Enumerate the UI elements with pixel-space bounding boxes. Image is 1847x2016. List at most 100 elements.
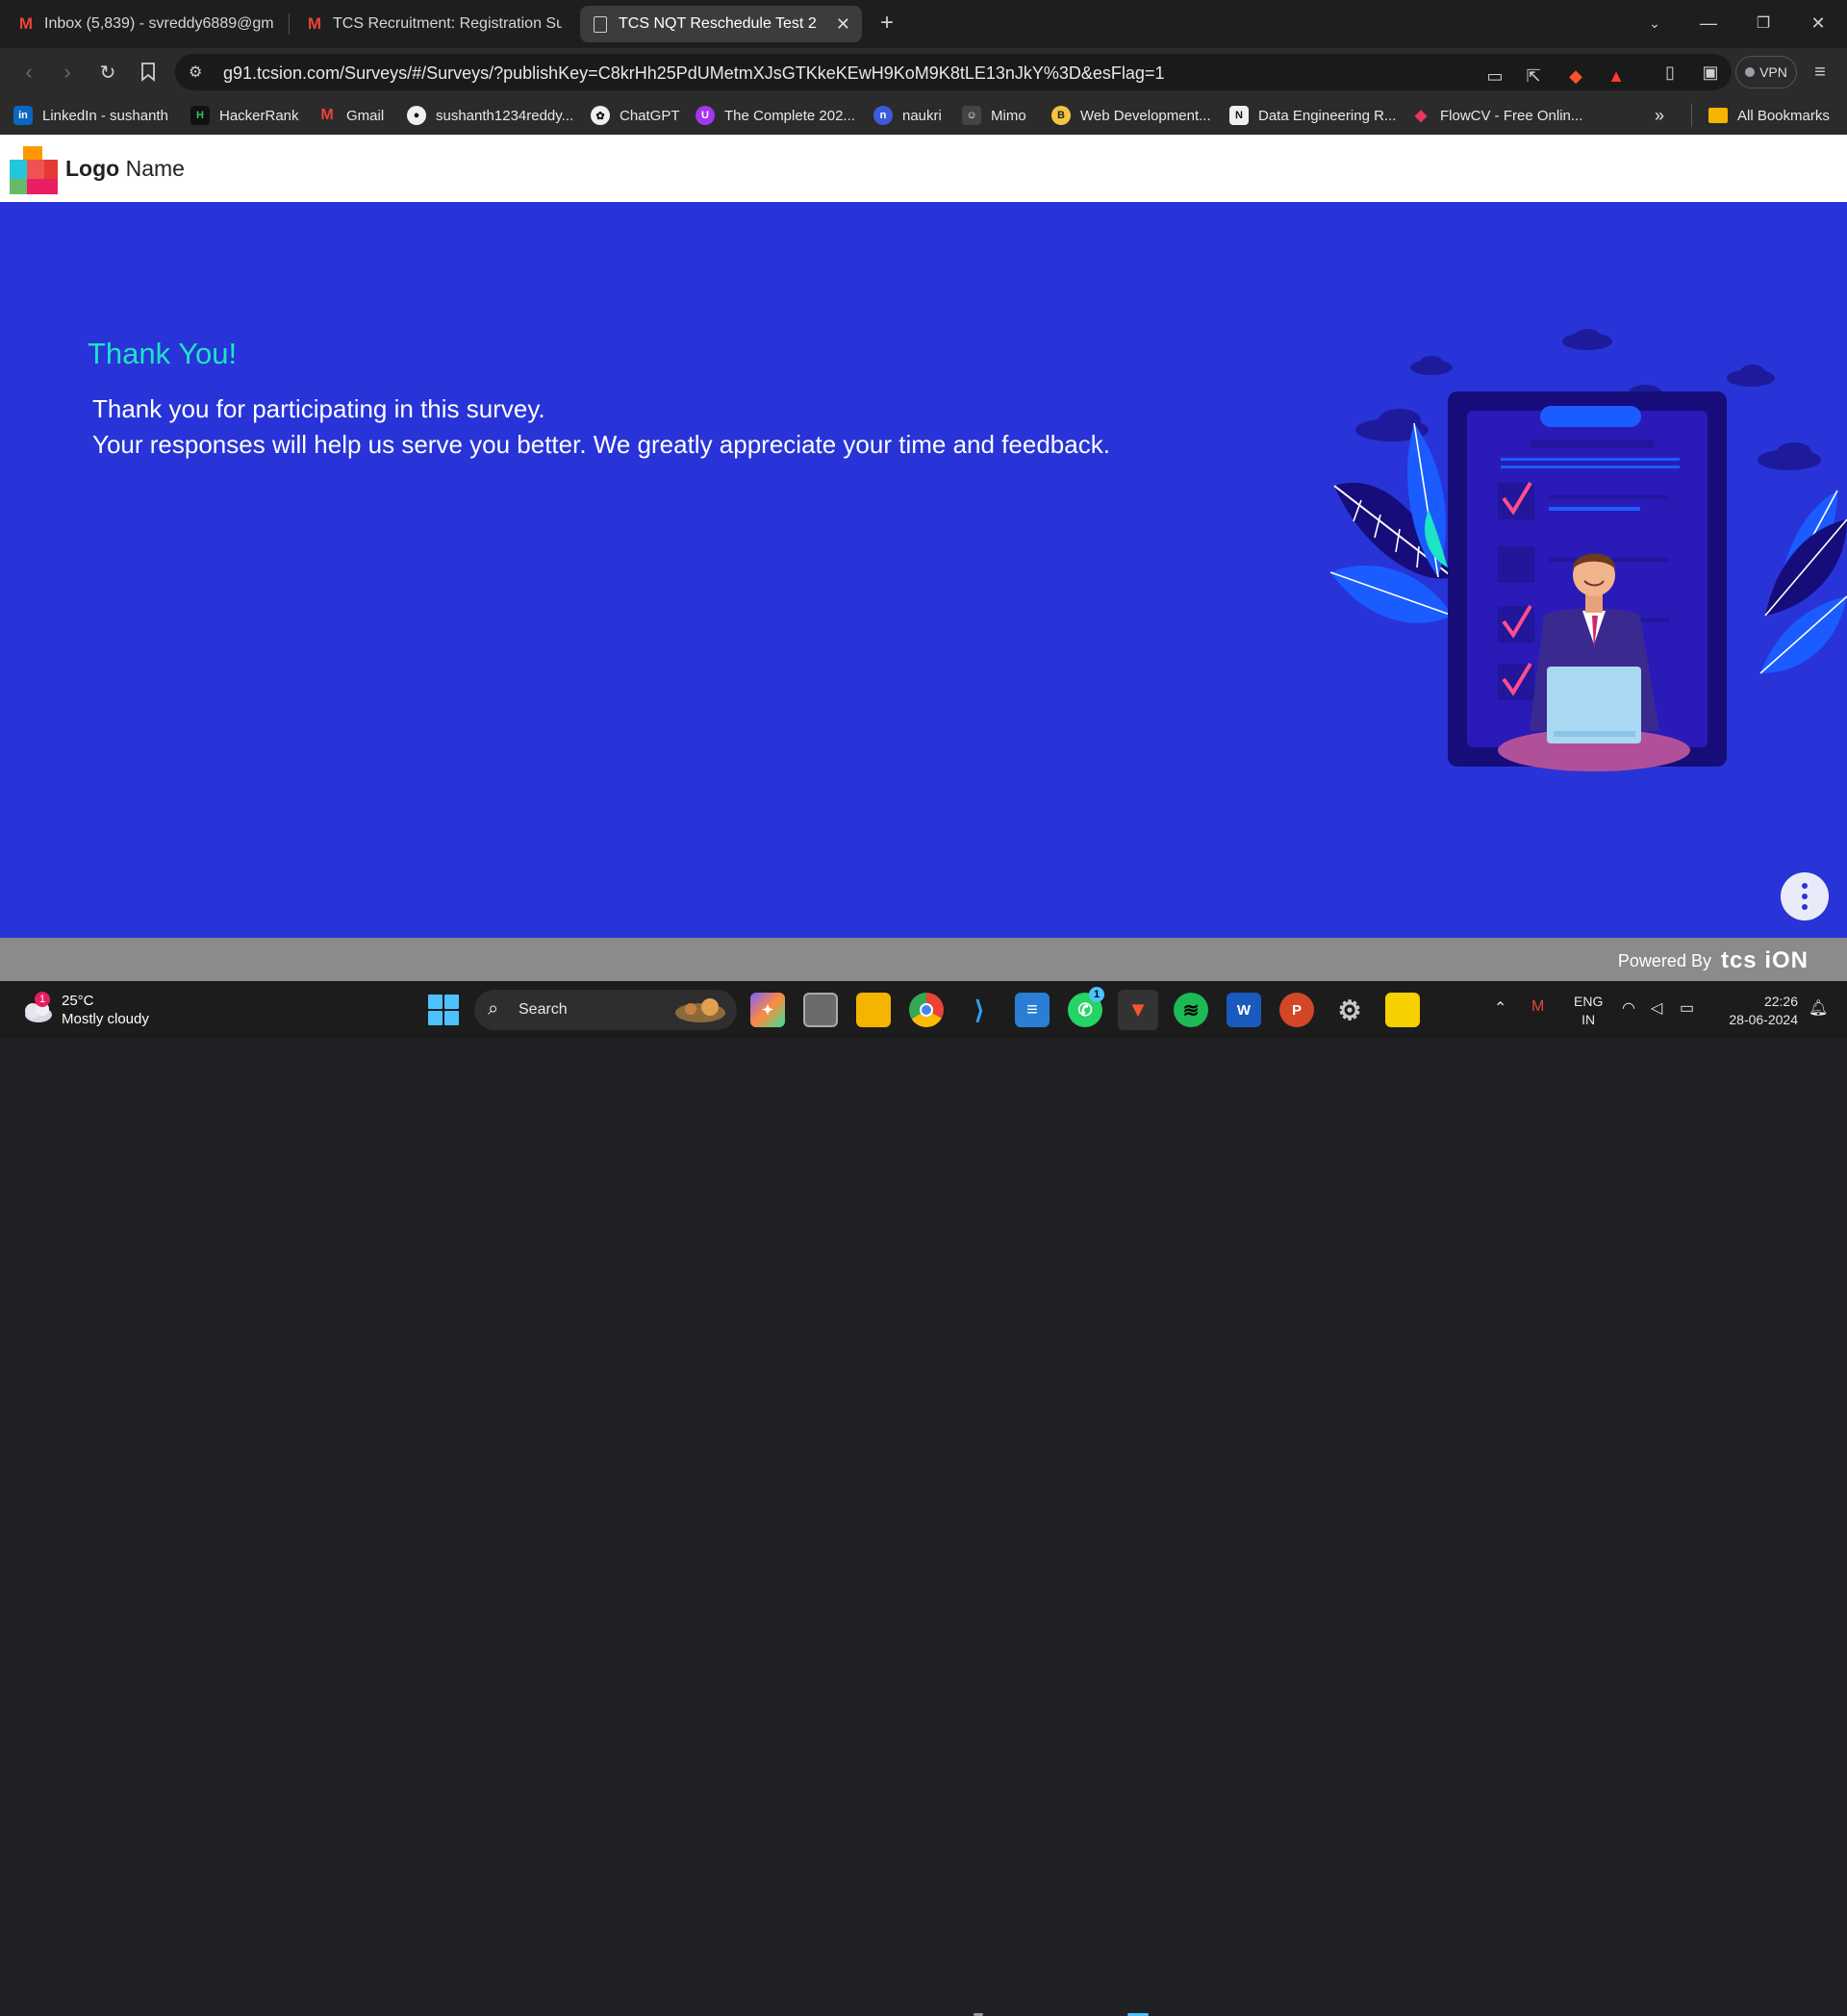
tcs-ion-logo: tcs iON bbox=[1720, 947, 1809, 973]
feedback-message: Your responses will help us serve you be… bbox=[92, 430, 1110, 459]
brave-icon[interactable]: ▼ bbox=[1118, 990, 1158, 1030]
whatsapp-icon[interactable]: ✆ 1 bbox=[1068, 987, 1104, 1027]
notepad-icon[interactable]: ≡ bbox=[1015, 993, 1050, 1027]
show-hidden-icons-chevron-icon[interactable]: ⌃ bbox=[1494, 998, 1506, 1018]
tab-title: TCS NQT Reschedule Test 2 bbox=[619, 15, 817, 32]
site-info-icon[interactable]: ⚙ bbox=[189, 63, 202, 82]
settings-icon[interactable]: ⚙ bbox=[1332, 993, 1367, 1027]
close-tab-icon[interactable]: ✕ bbox=[836, 14, 850, 35]
tab-title: TCS Recruitment: Registration Succes bbox=[333, 15, 562, 32]
browser-tab-strip: M Inbox (5,839) - svreddy6889@gmail.c M … bbox=[0, 0, 1847, 48]
bookmark-label: The Complete 202... bbox=[724, 107, 855, 124]
bookmark-label: FlowCV - Free Onlin... bbox=[1440, 107, 1583, 124]
input-language-indicator[interactable]: ENG IN bbox=[1574, 993, 1603, 1029]
bookmark-label: ChatGPT bbox=[620, 107, 680, 124]
powered-by: Powered By tcs iON bbox=[1618, 947, 1809, 974]
bookmark-github[interactable]: ● sushanth1234reddy... bbox=[407, 104, 573, 127]
wallet-icon[interactable]: ▣ bbox=[1697, 59, 1724, 86]
bookmark-web-development[interactable]: B Web Development... bbox=[1051, 104, 1211, 127]
tab-title: Inbox (5,839) - svreddy6889@gmail.c bbox=[44, 15, 273, 32]
language-code: ENG bbox=[1574, 994, 1604, 1009]
spotify-icon[interactable]: ≋ bbox=[1174, 993, 1208, 1027]
all-bookmarks-button[interactable]: All Bookmarks bbox=[1708, 104, 1830, 127]
linkedin-icon: in bbox=[13, 106, 33, 125]
bookmarks-bar: in LinkedIn - sushanth H HackerRank M Gm… bbox=[0, 96, 1847, 135]
tab-tcs-nqt-active[interactable]: TCS NQT Reschedule Test 2 ✕ bbox=[580, 6, 862, 42]
restore-button[interactable]: ❐ bbox=[1744, 8, 1783, 38]
sticky-notes-icon[interactable] bbox=[1385, 993, 1420, 1027]
tab-inbox[interactable]: M Inbox (5,839) - svreddy6889@gmail.c bbox=[6, 6, 285, 42]
search-label: Search bbox=[519, 1001, 568, 1018]
address-toolbar: ‹ › ↻ ⚙ g91.tcsion.com/Surveys/#/Surveys… bbox=[0, 48, 1847, 96]
sidebar-toggle-icon[interactable]: ▯ bbox=[1657, 59, 1683, 86]
copilot-icon[interactable]: ✦ bbox=[750, 993, 785, 1027]
share-icon[interactable]: ⇱ bbox=[1520, 63, 1547, 89]
hackerrank-icon: H bbox=[190, 106, 210, 125]
forward-button[interactable]: › bbox=[52, 57, 83, 88]
windows-taskbar: 1 25°C Mostly cloudy ⌕ Search ✦ ⟩ ≡ ✆ 1 … bbox=[0, 981, 1847, 2016]
new-tab-button[interactable]: + bbox=[868, 8, 906, 38]
vpn-label: VPN bbox=[1759, 64, 1787, 80]
search-icon: ⌕ bbox=[488, 998, 499, 1020]
back-button[interactable]: ‹ bbox=[13, 57, 44, 88]
brave-shields-icon[interactable]: ◆ bbox=[1562, 63, 1589, 89]
more-options-button[interactable] bbox=[1781, 872, 1829, 920]
gmail-icon: M bbox=[307, 14, 322, 33]
logo-name: Logo Name bbox=[65, 156, 185, 181]
bookmark-linkedin[interactable]: in LinkedIn - sushanth bbox=[13, 104, 168, 127]
bookmark-naukri[interactable]: n naukri bbox=[873, 104, 942, 127]
volume-icon[interactable]: ◁ bbox=[1651, 998, 1662, 1018]
bookmark-mimo[interactable]: ☺ Mimo bbox=[962, 104, 1026, 127]
tab-search-chevron-icon[interactable]: ⌄ bbox=[1635, 8, 1674, 38]
system-clock[interactable]: 22:26 28-06-2024 bbox=[1717, 993, 1798, 1029]
search-highlight-icon bbox=[675, 998, 725, 1022]
bookmark-label: LinkedIn - sushanth bbox=[42, 107, 168, 124]
file-explorer-icon[interactable] bbox=[856, 993, 891, 1027]
mimo-icon: ☺ bbox=[962, 106, 981, 125]
bookmark-gmail[interactable]: M Gmail bbox=[317, 104, 384, 127]
weather-description: Mostly cloudy bbox=[62, 1011, 149, 1027]
logo-icon bbox=[10, 146, 58, 194]
tab-tcs-recruitment[interactable]: M TCS Recruitment: Registration Succes bbox=[294, 6, 573, 42]
bookmark-chatgpt[interactable]: ✿ ChatGPT bbox=[591, 104, 680, 127]
notifications-icon[interactable]: 🔔︎ bbox=[1809, 998, 1828, 1018]
vpn-button[interactable]: VPN bbox=[1735, 56, 1797, 88]
weather-badge: 1 bbox=[35, 992, 50, 1007]
survey-illustration bbox=[1329, 329, 1847, 771]
close-window-button[interactable]: ✕ bbox=[1799, 8, 1837, 38]
gmail-tray-icon[interactable]: M bbox=[1531, 998, 1544, 1016]
bookmark-data-engineering[interactable]: N Data Engineering R... bbox=[1229, 104, 1396, 127]
vpn-status-icon bbox=[1745, 67, 1756, 77]
udemy-icon: U bbox=[696, 106, 715, 125]
bookmark-icon[interactable] bbox=[133, 57, 164, 88]
weather-temperature: 25°C bbox=[62, 993, 94, 1009]
bookmark-flowcv[interactable]: ◆ FlowCV - Free Onlin... bbox=[1411, 104, 1583, 127]
url-bar[interactable]: ⚙ g91.tcsion.com/Surveys/#/Surveys/?publ… bbox=[175, 54, 1732, 90]
wifi-icon[interactable]: ◠ bbox=[1622, 998, 1635, 1018]
bookmark-label: Gmail bbox=[346, 107, 385, 124]
menu-icon[interactable]: ≡ bbox=[1807, 59, 1834, 86]
weather-widget[interactable]: 1 25°C Mostly cloudy bbox=[21, 991, 149, 1029]
page-footer: Powered By tcs iON bbox=[0, 938, 1847, 981]
windows-start-button[interactable] bbox=[428, 995, 459, 1025]
battery-icon[interactable]: ▭ bbox=[1680, 998, 1694, 1018]
reload-button[interactable]: ↻ bbox=[92, 57, 123, 88]
cast-icon[interactable]: ▭ bbox=[1481, 63, 1508, 89]
word-icon[interactable]: W bbox=[1227, 993, 1261, 1027]
folder-icon bbox=[1708, 108, 1728, 123]
bookmark-udemy[interactable]: U The Complete 202... bbox=[696, 104, 855, 127]
bookmark-hackerrank[interactable]: H HackerRank bbox=[190, 104, 299, 127]
more-bookmarks-chevron-icon[interactable]: » bbox=[1655, 104, 1664, 127]
brave-rewards-icon[interactable]: ▲ bbox=[1603, 63, 1630, 89]
url-text[interactable]: g91.tcsion.com/Surveys/#/Surveys/?publis… bbox=[223, 63, 1164, 84]
task-view-icon[interactable] bbox=[803, 993, 838, 1027]
notion-icon: N bbox=[1229, 106, 1249, 125]
powerpoint-icon[interactable]: P bbox=[1279, 993, 1314, 1027]
web-dev-icon: B bbox=[1051, 106, 1071, 125]
taskbar-search-box[interactable]: ⌕ Search bbox=[474, 990, 737, 1030]
minimize-button[interactable]: — bbox=[1689, 8, 1728, 38]
chrome-icon[interactable] bbox=[909, 993, 944, 1027]
vscode-icon[interactable]: ⟩ bbox=[962, 993, 997, 1027]
bookmark-label: Mimo bbox=[991, 107, 1026, 124]
bookmark-label: Web Development... bbox=[1080, 107, 1211, 124]
